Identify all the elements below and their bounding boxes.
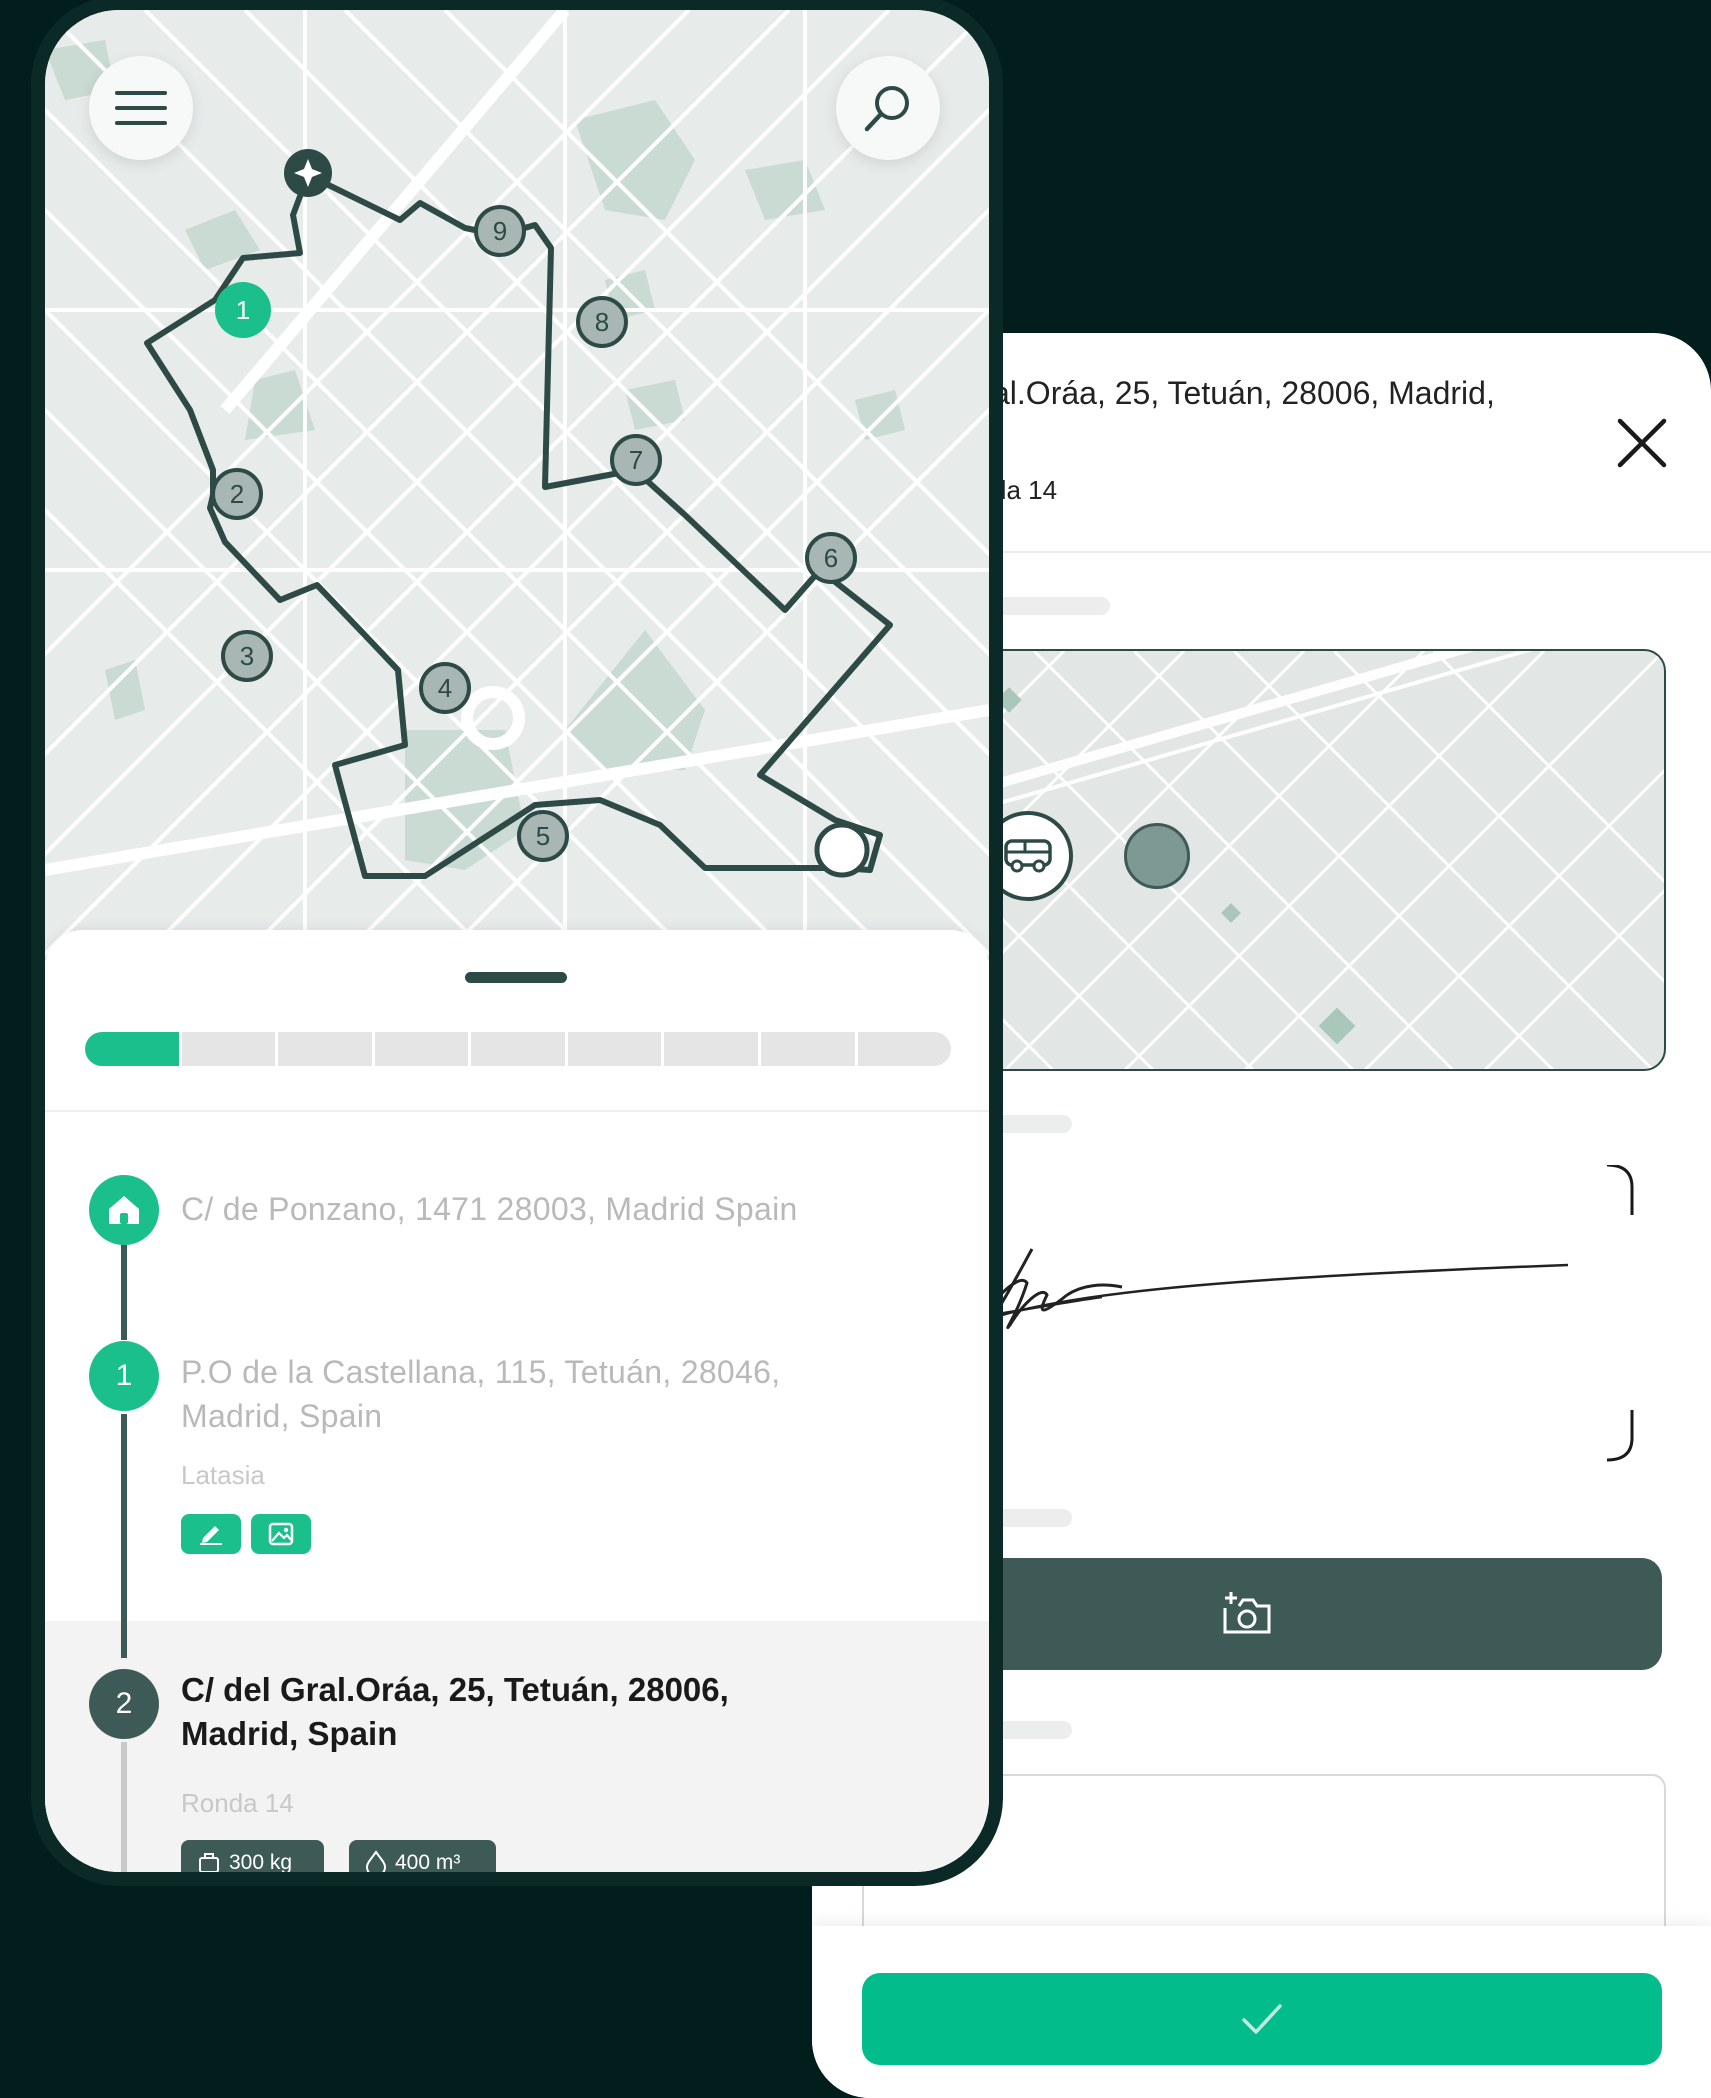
stop-note: Latasia <box>181 1460 265 1490</box>
stop-marker[interactable]: 8 <box>576 296 628 348</box>
stop-marker[interactable]: 4 <box>419 662 471 714</box>
stop-marker-label: 5 <box>535 820 551 851</box>
signature-badge <box>181 1514 241 1554</box>
timeline-connector <box>121 1742 127 1872</box>
hamburger-menu-icon <box>115 91 167 125</box>
camera-add-icon <box>1223 1592 1271 1634</box>
stop-number-badge: 1 <box>89 1341 159 1411</box>
sheet-divider <box>45 1110 989 1112</box>
stop-note: Ronda 14 <box>181 1788 294 1818</box>
stop-marker-label: 8 <box>594 306 610 337</box>
stop-marker[interactable]: 9 <box>474 205 526 257</box>
stop-address-line1: C/ del Gral.Oráa, 25, Tetuán, 28006, <box>181 1671 729 1708</box>
stop-address-line2: Madrid, Spain <box>181 1715 398 1752</box>
weight-chip: 300 kg <box>181 1840 324 1872</box>
image-icon <box>268 1522 294 1546</box>
stop-address-line1: P.O de la Castellana, 115, Tetuán, 28046… <box>181 1354 781 1390</box>
stop-address-line2: Madrid, Spain <box>181 1398 383 1434</box>
vehicle-marker[interactable] <box>983 811 1073 901</box>
stop-number: 1 <box>115 1359 133 1392</box>
stop-marker[interactable]: 1 <box>215 282 271 338</box>
confirm-button[interactable] <box>862 1973 1662 2065</box>
stop-marker-label: 6 <box>823 542 839 573</box>
home-icon <box>109 1196 139 1224</box>
timeline-connector <box>121 1240 127 1340</box>
van-icon <box>1004 839 1052 873</box>
progress-segment <box>760 1032 855 1066</box>
progress-segment <box>471 1032 565 1066</box>
stop-marker-label: 4 <box>437 672 453 703</box>
home-stop-marker <box>89 1175 159 1245</box>
stop-marker[interactable]: 5 <box>517 810 569 862</box>
stop-marker-label: 3 <box>239 640 255 671</box>
volume-value: 400 m³ <box>395 1851 461 1872</box>
section-label-placeholder <box>992 1509 1072 1527</box>
weight-value: 300 kg <box>229 1851 293 1872</box>
stop-marker[interactable]: 3 <box>221 630 273 682</box>
progress-segment <box>181 1032 276 1066</box>
stop-marker[interactable]: 6 <box>805 532 857 584</box>
destination-marker[interactable] <box>1124 823 1190 889</box>
volume-chip: 400 m³ <box>349 1840 496 1872</box>
stop-marker-label: 2 <box>229 478 245 509</box>
stop-marker[interactable]: 7 <box>610 434 662 486</box>
progress-segment <box>85 1032 179 1066</box>
stop-number-badge: 2 <box>89 1669 159 1739</box>
detail-subtitle: da 14 <box>992 475 1058 505</box>
drop-icon <box>365 1850 387 1872</box>
stop-marker-label: 7 <box>628 444 644 475</box>
section-label-placeholder <box>992 597 1110 615</box>
checkmark-icon <box>1242 2004 1282 2034</box>
stop-marker-label: 9 <box>492 215 508 246</box>
timeline-connector <box>121 1414 127 1658</box>
signature-icon <box>200 1526 222 1545</box>
close-icon <box>1617 418 1667 468</box>
search-icon <box>864 86 909 132</box>
route-progress-bar <box>85 1032 951 1066</box>
detail-address: al.Oráa, 25, Tetuán, 28006, Madrid, <box>992 375 1495 411</box>
stop-marker-label: 1 <box>235 294 251 325</box>
close-button[interactable] <box>1614 415 1670 471</box>
stop-address: C/ de Ponzano, 1471 28003, Madrid Spain <box>181 1191 798 1227</box>
route-bottom-sheet: C/ de Ponzano, 1471 28003, Madrid Spain … <box>45 930 989 1872</box>
stop-number: 2 <box>115 1687 133 1720</box>
progress-segment <box>278 1032 372 1066</box>
menu-button[interactable] <box>89 56 193 160</box>
progress-segment <box>567 1032 662 1066</box>
section-label-placeholder <box>992 1115 1072 1133</box>
progress-segment <box>664 1032 758 1066</box>
route-phone-screen: 1 2 3 4 5 6 7 8 9 C/ de Ponzano, 1471 28… <box>45 10 989 1872</box>
route-map[interactable]: 1 2 3 4 5 6 7 8 9 <box>45 10 989 962</box>
search-button[interactable] <box>836 56 940 160</box>
photo-badge <box>251 1514 311 1554</box>
progress-segment <box>857 1032 951 1066</box>
route-map-canvas <box>45 10 989 962</box>
sheet-drag-handle[interactable] <box>465 972 567 983</box>
section-label-placeholder <box>992 1721 1072 1739</box>
weight-icon <box>199 1853 219 1872</box>
progress-segment <box>374 1032 469 1066</box>
stop-marker[interactable]: 2 <box>211 468 263 520</box>
